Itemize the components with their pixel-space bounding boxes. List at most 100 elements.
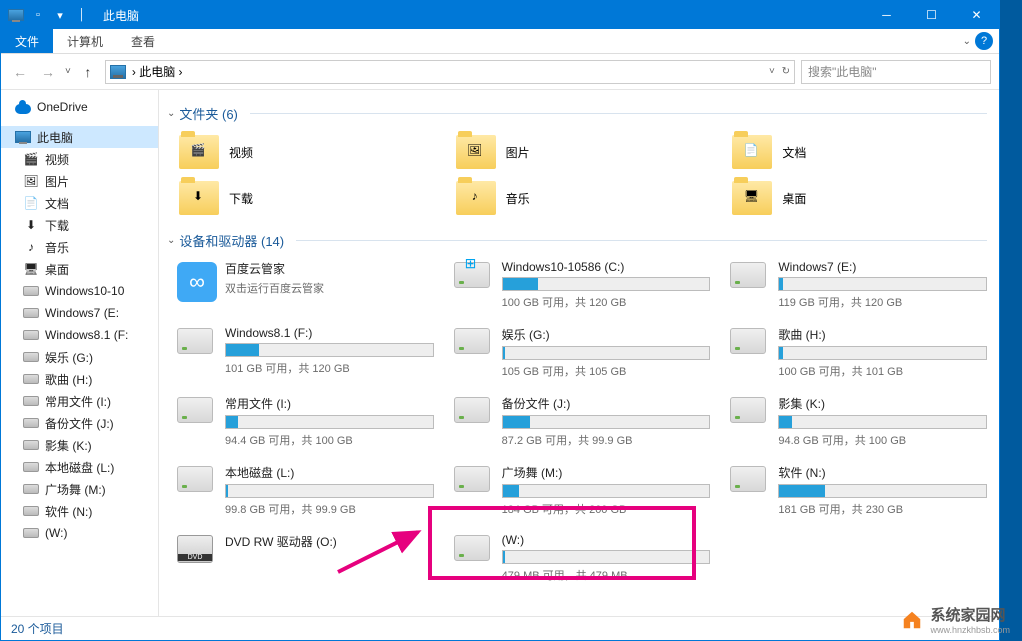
address-dropdown-icon[interactable]: ˅ bbox=[769, 66, 775, 77]
sidebar-item[interactable]: 软件 (N:) bbox=[1, 500, 158, 522]
sidebar-item[interactable]: ♪ 音乐 bbox=[1, 236, 158, 258]
folder-icon: 🖥 bbox=[23, 261, 39, 277]
forward-button[interactable]: → bbox=[37, 61, 59, 83]
drive-item[interactable]: 软件 (N:) 181 GB 可用，共 230 GB bbox=[730, 464, 987, 517]
sidebar-label: 文档 bbox=[45, 195, 69, 212]
content-area[interactable]: ⌄ 文件夹 (6) 🎬视频 🖼图片 📄 文档 ⬇下载 ♪音乐 🖥桌面 ⌄ 设备和驱动器 (1… bbox=[159, 90, 999, 616]
sidebar-label: 本地磁盘 (L:) bbox=[45, 459, 114, 476]
ribbon: 文件 计算机 查看 ⌄ ? bbox=[1, 29, 999, 54]
search-input[interactable]: 搜索"此电脑" bbox=[801, 60, 991, 84]
sidebar-item[interactable]: 影集 (K:) bbox=[1, 434, 158, 456]
capacity-bar bbox=[502, 346, 711, 360]
history-dropdown-icon[interactable]: ˅ bbox=[65, 66, 71, 77]
up-button[interactable]: ↑ bbox=[77, 61, 99, 83]
sidebar-item[interactable]: Windows7 (E: bbox=[1, 302, 158, 324]
sidebar-label: 音乐 bbox=[45, 239, 69, 256]
tab-computer[interactable]: 计算机 bbox=[53, 29, 117, 53]
drive-item[interactable]: ⊞ Windows10-10586 (C:) 100 GB 可用，共 120 G… bbox=[454, 260, 711, 310]
group-drives[interactable]: ⌄ 设备和驱动器 (14) bbox=[167, 231, 987, 250]
sidebar-this-pc[interactable]: 此电脑 bbox=[1, 126, 158, 148]
windows-drive-icon: ⊞ bbox=[454, 262, 490, 288]
drive-item[interactable]: 本地磁盘 (L:) 99.8 GB 可用，共 99.9 GB bbox=[177, 464, 434, 517]
folder-item[interactable]: ♪音乐 bbox=[454, 179, 711, 217]
sidebar-item[interactable]: 🖥桌面 bbox=[1, 258, 158, 280]
sidebar-onedrive[interactable]: OneDrive bbox=[1, 96, 158, 118]
tab-view[interactable]: 查看 bbox=[117, 29, 169, 53]
drive-item[interactable]: (W:) 479 MB 可用，共 479 MB bbox=[454, 533, 711, 583]
status-bar: 20 个项目 bbox=[1, 616, 999, 640]
sidebar-label: 广场舞 (M:) bbox=[45, 481, 106, 498]
drive-icon bbox=[23, 459, 39, 475]
tab-file[interactable]: 文件 bbox=[1, 29, 53, 53]
folder-item[interactable]: ⬇下载 bbox=[177, 179, 434, 217]
capacity-bar bbox=[502, 277, 711, 291]
help-icon[interactable]: ? bbox=[975, 32, 993, 50]
back-button[interactable]: ← bbox=[9, 61, 31, 83]
folder-item[interactable]: 🎬视频 bbox=[177, 133, 434, 171]
item-count: 20 个项目 bbox=[11, 620, 64, 637]
folder-icon: 🖼 bbox=[456, 135, 496, 169]
folder-name: 视频 bbox=[229, 144, 253, 161]
drive-item[interactable]: Windows8.1 (F:) 101 GB 可用，共 120 GB bbox=[177, 326, 434, 379]
folders-grid: 🎬视频 🖼图片 📄 文档 ⬇下载 ♪音乐 🖥桌面 bbox=[177, 133, 987, 217]
capacity-text: 94.8 GB 可用，共 100 GB bbox=[778, 432, 987, 448]
sidebar-label: Windows8.1 (F: bbox=[45, 328, 128, 342]
drive-icon bbox=[454, 535, 490, 561]
drive-icon bbox=[23, 327, 39, 343]
baidu-icon: ∞ bbox=[177, 262, 217, 302]
sidebar-item[interactable]: 备份文件 (J:) bbox=[1, 412, 158, 434]
sidebar-item[interactable]: 📄文档 bbox=[1, 192, 158, 214]
capacity-text: 101 GB 可用，共 120 GB bbox=[225, 360, 434, 376]
refresh-icon[interactable]: ↻ bbox=[782, 66, 790, 77]
close-button[interactable]: ✕ bbox=[954, 1, 999, 29]
sidebar-item[interactable]: 🎬视频 bbox=[1, 148, 158, 170]
capacity-bar bbox=[225, 484, 434, 498]
drives-grid: ∞ 百度云管家 双击运行百度云管家 ⊞ Windows10-10586 (C:)… bbox=[177, 260, 987, 583]
navigation-tree[interactable]: OneDrive 此电脑 🎬视频🖼图片📄文档⬇下载 ♪ 音乐 🖥桌面Windows10… bbox=[1, 90, 159, 616]
drive-icon bbox=[454, 466, 490, 492]
ribbon-expand-icon[interactable]: ⌄ bbox=[963, 36, 971, 47]
sidebar-item[interactable]: (W:) bbox=[1, 522, 158, 544]
sidebar-label: 影集 (K:) bbox=[45, 437, 92, 454]
drive-item[interactable]: 歌曲 (H:) 100 GB 可用，共 101 GB bbox=[730, 326, 987, 379]
drive-item[interactable]: DVD RW 驱动器 (O:) bbox=[177, 533, 434, 583]
folder-name: 文档 bbox=[782, 144, 806, 161]
drive-name: 备份文件 (J:) bbox=[502, 395, 711, 412]
qat-dropdown-icon[interactable]: ▾ bbox=[51, 6, 69, 24]
sidebar-item[interactable]: 🖼图片 bbox=[1, 170, 158, 192]
folder-item[interactable]: 🖼图片 bbox=[454, 133, 711, 171]
sidebar-item[interactable]: 本地磁盘 (L:) bbox=[1, 456, 158, 478]
folder-name: 下载 bbox=[229, 190, 253, 207]
sidebar-item[interactable]: ⬇下载 bbox=[1, 214, 158, 236]
address-bar[interactable]: › 此电脑 › ˅ ↻ bbox=[105, 60, 795, 84]
sidebar-item[interactable]: 娱乐 (G:) bbox=[1, 346, 158, 368]
drive-item[interactable]: Windows7 (E:) 119 GB 可用，共 120 GB bbox=[730, 260, 987, 310]
drive-item[interactable]: 娱乐 (G:) 105 GB 可用，共 105 GB bbox=[454, 326, 711, 379]
drive-item[interactable]: 广场舞 (M:) 184 GB 可用，共 200 GB bbox=[454, 464, 711, 517]
sidebar-item[interactable]: Windows8.1 (F: bbox=[1, 324, 158, 346]
folder-item[interactable]: 🖥桌面 bbox=[730, 179, 987, 217]
maximize-button[interactable]: ☐ bbox=[909, 1, 954, 29]
sidebar-item[interactable]: 常用文件 (I:) bbox=[1, 390, 158, 412]
drive-icon bbox=[23, 283, 39, 299]
capacity-text: 100 GB 可用，共 120 GB bbox=[502, 294, 711, 310]
drive-item[interactable]: 影集 (K:) 94.8 GB 可用，共 100 GB bbox=[730, 395, 987, 448]
sidebar-item[interactable]: 歌曲 (H:) bbox=[1, 368, 158, 390]
folder-icon: 📄 bbox=[732, 135, 772, 169]
folder-icon: ♪ bbox=[23, 239, 39, 255]
file-icon[interactable]: ▫ bbox=[29, 6, 47, 24]
group-folders[interactable]: ⌄ 文件夹 (6) bbox=[167, 104, 987, 123]
sidebar-item[interactable]: 广场舞 (M:) bbox=[1, 478, 158, 500]
drive-item[interactable]: ∞ 百度云管家 双击运行百度云管家 bbox=[177, 260, 434, 310]
pc-icon bbox=[7, 6, 25, 24]
house-icon bbox=[900, 609, 924, 631]
folder-item[interactable]: 📄 文档 bbox=[730, 133, 987, 171]
drive-item[interactable]: 备份文件 (J:) 87.2 GB 可用，共 99.9 GB bbox=[454, 395, 711, 448]
group-title: 设备和驱动器 (14) bbox=[179, 231, 284, 250]
folder-icon: 🖥 bbox=[732, 181, 772, 215]
drive-item[interactable]: 常用文件 (I:) 94.4 GB 可用，共 100 GB bbox=[177, 395, 434, 448]
drive-icon bbox=[23, 437, 39, 453]
breadcrumb-location[interactable]: 此电脑 bbox=[139, 63, 175, 80]
sidebar-item[interactable]: Windows10-10 bbox=[1, 280, 158, 302]
minimize-button[interactable]: ─ bbox=[864, 1, 909, 29]
